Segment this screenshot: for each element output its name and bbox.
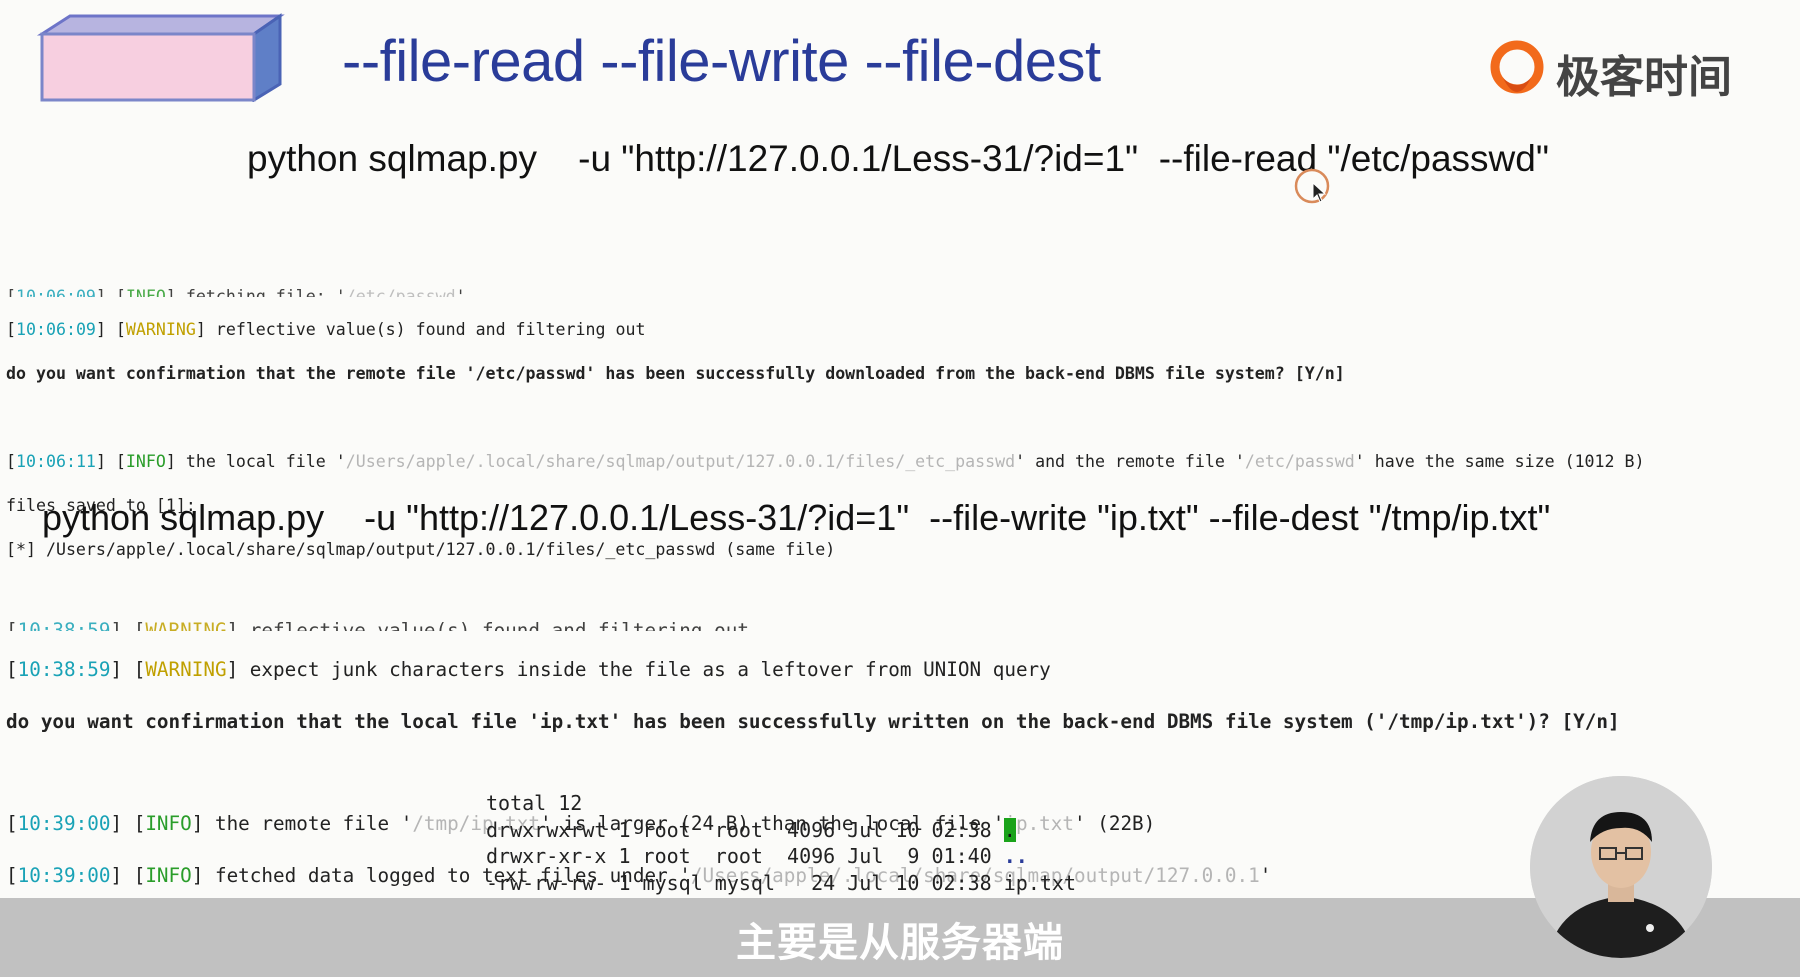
- box-illustration: [36, 13, 285, 102]
- presenter-video-avatar: [1530, 776, 1712, 958]
- terminal-line: [10:06:09] [INFO] fetching file: '/etc/p…: [6, 287, 466, 297]
- video-subtitle: 主要是从服务器端: [736, 920, 1064, 966]
- file-read-command: python sqlmap.py -u "http://127.0.0.1/Le…: [247, 138, 1549, 179]
- presenter-avatar-icon: [1530, 776, 1712, 958]
- terminal-line: [10:06:09] [WARNING] reflective value(s)…: [6, 320, 646, 339]
- terminal-line: do you want confirmation that the local …: [6, 710, 1620, 733]
- terminal-line: do you want confirmation that the remote…: [6, 364, 1345, 383]
- directory-listing: total 12 drwxrwxrwt 1 root root 4096 Jul…: [486, 790, 1076, 896]
- listing-row: drwxr-xr-x 1 root root 4096 Jul 9 01:40 …: [486, 844, 1028, 868]
- terminal-line: [10:38:59] [WARNING] expect junk charact…: [6, 658, 1051, 681]
- file-write-command: python sqlmap.py -u "http://127.0.0.1/Le…: [42, 497, 1551, 538]
- terminal-line: [10:38:59] [WARNING] reflective value(s)…: [6, 619, 749, 631]
- listing-row: -rw-rw-rw- 1 mysql mysql 24 Jul 10 02:38…: [486, 870, 1077, 895]
- brand-logo: 极客时间: [1490, 38, 1732, 108]
- terminal-line: [*] /Users/apple/.local/share/sqlmap/out…: [6, 540, 836, 559]
- brand-name: 极客时间: [1556, 52, 1732, 103]
- terminal-line: [10:06:11] [INFO] the local file '/Users…: [6, 452, 1645, 471]
- geektime-logo-icon: [1490, 40, 1544, 94]
- mouse-cursor-icon: [1294, 168, 1330, 204]
- page-title: --file-read --file-write --file-dest: [342, 29, 1101, 94]
- listing-total: total 12: [486, 791, 583, 815]
- listing-row: drwxrwxrwt 1 root root 4096 Jul 10 02:38…: [486, 817, 1016, 842]
